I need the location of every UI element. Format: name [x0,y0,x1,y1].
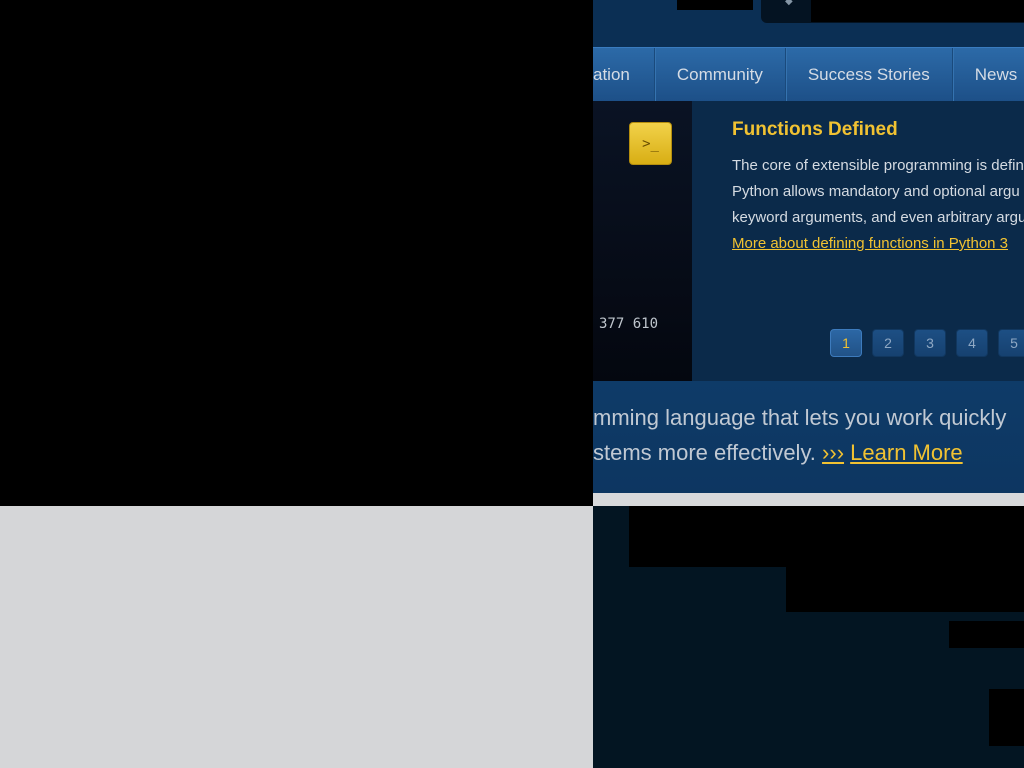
pager-button-5[interactable]: 5 [998,329,1024,357]
search-bar[interactable]: ◆ [761,0,1024,23]
nav-item-news[interactable]: News [951,48,1024,101]
intro-text-line-2: stems more effectively. ››› Learn More [593,440,963,466]
main-nav: ation Community Success Stories News [593,47,1024,101]
screenshot-root: ◆ ation Community Success Stories News >… [0,0,1024,768]
section-divider [593,493,1024,506]
redacted-block [949,621,1024,648]
lower-content-area [593,506,1024,768]
feature-text-line: keyword arguments, and even arbitrary ar… [732,209,1024,226]
redacted-block [629,506,1024,567]
introduction-band: mming language that lets you work quickl… [593,381,1024,493]
site-header: ◆ [593,0,1024,47]
feature-title: Functions Defined [732,119,898,140]
feature-description: The core of extensible programming is de… [732,153,1024,257]
feature-panel: Functions Defined The core of extensible… [692,101,1024,381]
code-output-text: 377 610 [599,316,659,332]
learn-more-link[interactable]: Learn More [850,440,963,465]
blank-region-gray [0,506,593,768]
search-input[interactable] [811,0,1024,22]
slide-pager: 1 2 3 4 5 [830,329,1024,357]
chevron-down-icon[interactable]: ◆ [785,0,793,7]
pager-button-1[interactable]: 1 [830,329,862,357]
learn-more-arrows[interactable]: ››› [822,440,844,465]
pager-button-4[interactable]: 4 [956,329,988,357]
nav-item-documentation[interactable]: ation [593,48,654,101]
intro-text-prefix: stems more effectively. [593,440,823,465]
pager-button-3[interactable]: 3 [914,329,946,357]
header-redacted-block [677,0,753,10]
feature-more-link[interactable]: More about defining functions in Python … [732,235,1008,252]
nav-item-community[interactable]: Community [653,48,785,101]
nav-item-success-stories[interactable]: Success Stories [784,48,952,101]
intro-text-line-1: mming language that lets you work quickl… [593,405,1007,430]
feature-text-line: Python allows mandatory and optional arg… [732,183,1020,200]
code-sample-panel: >_ 377 610 [593,101,692,381]
feature-text-line: The core of extensible programming is de… [732,157,1024,174]
terminal-prompt-icon[interactable]: >_ [629,122,672,165]
python-site-view: ◆ ation Community Success Stories News >… [593,0,1024,768]
blank-region-black [0,0,593,506]
pager-button-2[interactable]: 2 [872,329,904,357]
redacted-block [989,689,1024,746]
redacted-block [786,567,1024,612]
